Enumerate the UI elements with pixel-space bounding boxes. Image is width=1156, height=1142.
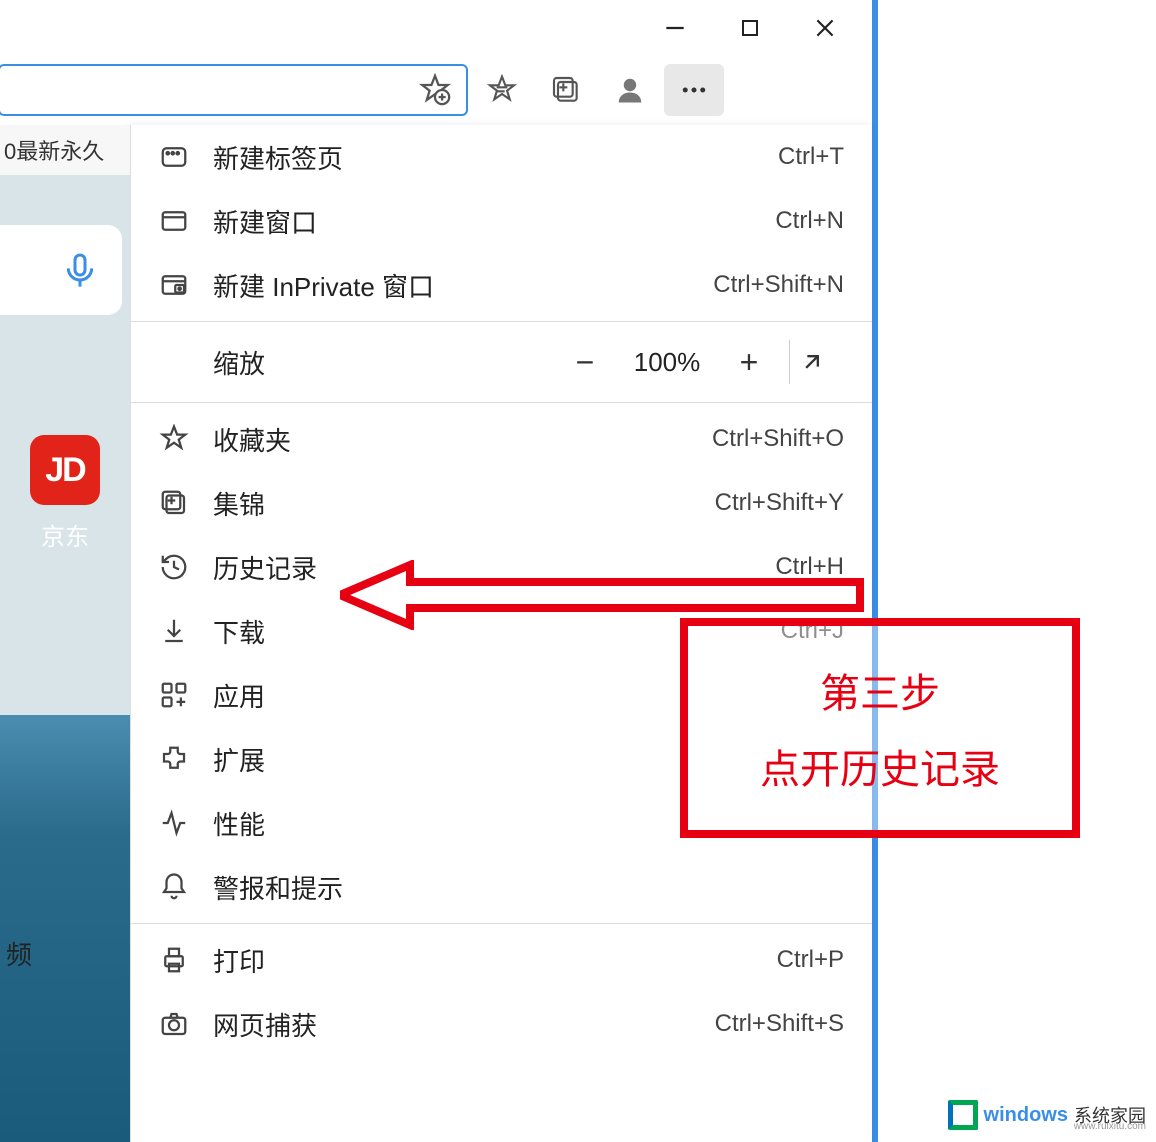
collections-toolbar-icon[interactable] [536,64,596,116]
close-button[interactable] [787,0,862,55]
menu-item-label: 打印 [203,942,777,979]
browser-window: 0最新永久 JD 京东 频 新建标签页 [0,0,878,1142]
annotation-callout: 第三步 点开历史记录 [680,618,1080,838]
menu-new-tab[interactable]: 新建标签页 Ctrl+T [131,125,872,189]
add-favorite-icon[interactable] [418,73,452,107]
menu-separator [131,321,872,322]
maximize-button[interactable] [712,0,787,55]
menu-item-shortcut: Ctrl+H [775,553,844,581]
zoom-divider [789,340,790,384]
watermark-url: www.ruixitu.com [1074,1121,1146,1132]
print-icon [159,945,203,975]
jd-label: 京东 [20,517,110,552]
menu-print[interactable]: 打印 Ctrl+P [131,928,872,992]
download-icon [159,616,203,646]
jd-icon: JD [30,435,100,505]
menu-item-shortcut: Ctrl+Shift+O [712,425,844,453]
favorites-toolbar-icon[interactable] [472,64,532,116]
menu-item-shortcut: Ctrl+T [778,143,844,171]
page-search-box[interactable] [0,225,122,315]
menu-alerts[interactable]: 警报和提示 [131,855,872,919]
bookmark-item-label: 0最新永久 [4,134,104,166]
menu-item-shortcut: Ctrl+Shift+Y [715,489,844,517]
watermark: windows 系统家园 www.ruixitu.com [948,1100,1146,1130]
menu-item-label: 集锦 [203,485,715,522]
titlebar [0,0,872,55]
partial-label: 频 [6,935,32,972]
menu-zoom: 缩放 − 100% + [131,326,872,398]
camera-icon [159,1009,203,1039]
menu-separator [131,923,872,924]
new-window-icon [159,206,203,236]
bookmark-strip[interactable]: 0最新永久 [0,125,130,175]
profile-toolbar-icon[interactable] [600,64,660,116]
menu-item-label: 历史记录 [203,549,775,586]
menu-item-label: 网页捕获 [203,1006,715,1043]
inprivate-icon [159,270,203,300]
zoom-in-button[interactable]: + [717,344,781,381]
toolbar [0,55,872,125]
apps-icon [159,680,203,710]
menu-item-label: 新建标签页 [203,139,778,176]
menu-item-label: 新建 InPrivate 窗口 [203,267,713,304]
new-tab-icon [159,142,203,172]
menu-collections[interactable]: 集锦 Ctrl+Shift+Y [131,471,872,535]
jd-tile[interactable]: JD 京东 [20,435,110,552]
minimize-button[interactable] [637,0,712,55]
more-toolbar-icon[interactable] [664,64,724,116]
menu-item-shortcut: Ctrl+P [777,946,844,974]
microphone-icon[interactable] [60,250,100,290]
address-bar[interactable] [0,64,468,116]
zoom-out-button[interactable]: − [553,344,617,381]
menu-item-label: 新建窗口 [203,203,775,240]
watermark-brand: windows [984,1104,1068,1127]
menu-new-window[interactable]: 新建窗口 Ctrl+N [131,189,872,253]
menu-item-shortcut: Ctrl+Shift+N [713,271,844,299]
zoom-value: 100% [617,347,717,378]
fullscreen-button[interactable] [798,348,862,376]
collections-icon [159,488,203,518]
performance-icon [159,808,203,838]
menu-favorites[interactable]: 收藏夹 Ctrl+Shift+O [131,407,872,471]
menu-item-shortcut: Ctrl+N [775,207,844,235]
menu-item-label: 警报和提示 [203,869,844,906]
menu-history[interactable]: 历史记录 Ctrl+H [131,535,872,599]
star-icon [159,424,203,454]
menu-item-label: 收藏夹 [203,421,712,458]
extensions-icon [159,744,203,774]
history-icon [159,552,203,582]
annotation-line2: 点开历史记录 [760,737,1000,795]
menu-new-inprivate[interactable]: 新建 InPrivate 窗口 Ctrl+Shift+N [131,253,872,317]
watermark-icon [948,1100,978,1130]
zoom-label: 缩放 [213,344,553,381]
page-background: 0最新永久 JD 京东 频 [0,125,130,1142]
menu-item-shortcut: Ctrl+Shift+S [715,1010,844,1038]
menu-web-capture[interactable]: 网页捕获 Ctrl+Shift+S [131,992,872,1056]
bell-icon [159,872,203,902]
menu-separator [131,402,872,403]
annotation-line1: 第三步 [820,661,940,719]
